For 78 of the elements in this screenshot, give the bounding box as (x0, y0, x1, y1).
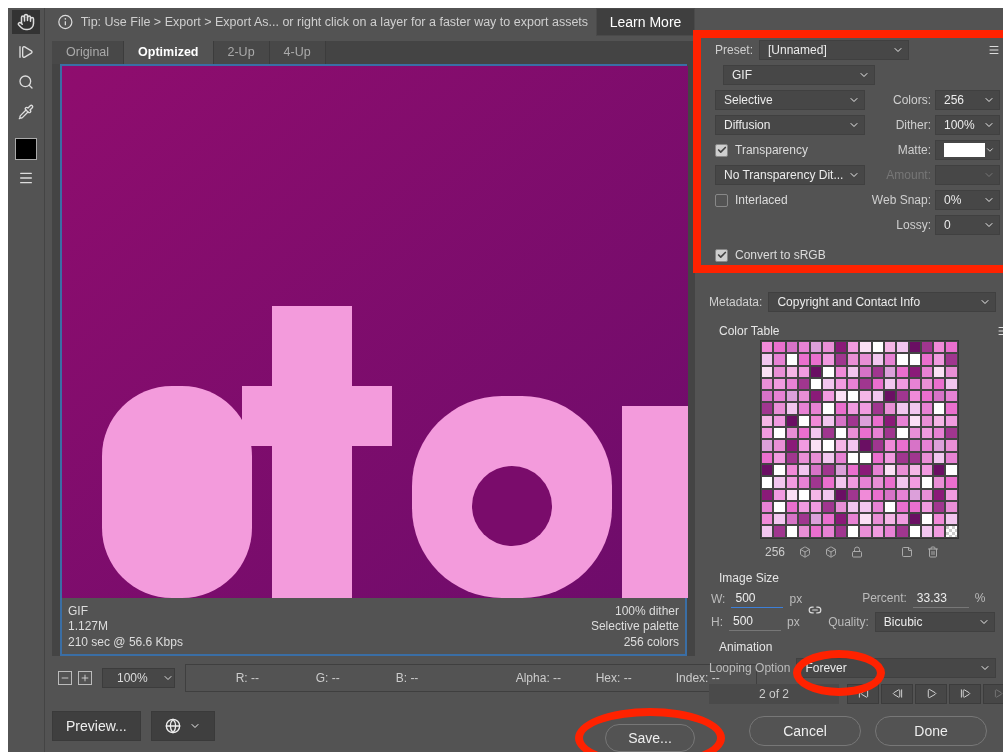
globe-icon (164, 718, 181, 734)
checkmark-icon (716, 250, 727, 260)
save-button[interactable]: Save... (605, 724, 695, 752)
reduction-dropdown[interactable]: Selective (715, 90, 865, 110)
tip-text: Tip: Use File > Export > Export As... or right click on a layer for a faster way to export assets (80, 15, 589, 29)
view-tab[interactable]: Optimized (124, 41, 214, 64)
matte-dropdown[interactable] (935, 140, 1000, 160)
zoom-in-icon[interactable] (78, 671, 92, 685)
width-field[interactable]: 500 (731, 589, 784, 609)
amount-field[interactable] (935, 165, 1000, 185)
zoom-dropdown[interactable]: 100% (102, 668, 175, 688)
color-readout: B: -- (395, 671, 420, 685)
image-info-text: 100% dither (614, 603, 679, 619)
cube-icon[interactable] (799, 545, 812, 558)
section-title: Color Table (719, 324, 780, 338)
percent-label: Percent: (862, 591, 907, 606)
color-readout: Hex: -- (595, 671, 633, 685)
learn-more-button[interactable]: Learn More (596, 8, 695, 36)
matte-label: Matte: (896, 143, 931, 157)
dither-method-dropdown[interactable]: Diffusion (715, 115, 865, 135)
color-swatch[interactable] (15, 138, 37, 160)
dither-field[interactable]: 100% (935, 115, 1000, 135)
unit-label: px (789, 591, 803, 606)
checkmark-icon (716, 145, 727, 155)
play-icon[interactable] (915, 683, 947, 704)
hand-tool-icon[interactable] (12, 10, 40, 34)
format-dropdown[interactable]: GIF (723, 65, 875, 85)
view-tab[interactable]: Original (52, 41, 125, 64)
browser-preview-button[interactable] (150, 711, 215, 741)
width-label: W: (711, 591, 726, 606)
percent-field[interactable]: 33.33 (912, 588, 969, 608)
unit-label: px (787, 614, 800, 629)
dither-label: Dither: (894, 118, 931, 132)
section-title: Image Size (719, 570, 780, 585)
quality-label: Quality: (828, 614, 869, 629)
preset-dropdown[interactable]: [Unnamed] (759, 40, 909, 60)
checkbox[interactable]: Convert to sRGB (715, 248, 1000, 262)
color-readout: G: -- (315, 671, 341, 685)
web-snap-label: Web Snap: (870, 193, 931, 207)
metadata-label: Metadata: (709, 295, 763, 309)
lossy-field[interactable]: 0 (935, 215, 1000, 235)
image-info-text: GIF (68, 603, 88, 619)
done-button[interactable]: Done (875, 715, 987, 746)
web-snap-field[interactable]: 0% (935, 190, 1000, 210)
info-icon (58, 13, 73, 31)
image-info-text: 1.127M (68, 619, 109, 635)
section-title: Animation (719, 639, 773, 654)
unit-label: % (974, 591, 986, 606)
frame-counter: 2 of 2 (709, 683, 839, 704)
color-readout: R: -- (235, 671, 261, 685)
height-label: H: (711, 614, 723, 629)
lossy-label: Lossy: (895, 218, 931, 232)
trash-icon[interactable] (927, 545, 940, 558)
previous-frame-icon[interactable] (881, 683, 913, 704)
view-tab[interactable]: 4-Up (269, 41, 326, 64)
metadata-dropdown[interactable]: Copyright and Contact Info (768, 292, 997, 312)
color-table-swatches[interactable] (760, 340, 959, 539)
image-info-text: Selective palette (590, 619, 679, 635)
checkbox[interactable]: Interlaced (715, 193, 865, 207)
quality-dropdown[interactable]: Bicubic (874, 611, 995, 632)
next-frame-icon[interactable] (949, 683, 981, 704)
image-info-text: 256 colors (623, 634, 679, 650)
height-field[interactable]: 500 (729, 612, 781, 632)
transparency-dither-dropdown[interactable]: No Transparency Dit... (715, 165, 865, 185)
color-readout: Alpha: -- (515, 671, 563, 685)
cube-icon[interactable] (825, 545, 838, 558)
panel-menu-icon[interactable] (988, 44, 1000, 56)
image-info-text: 210 sec @ 56.6 Kbps (68, 634, 183, 650)
zoom-out-icon[interactable] (58, 671, 72, 685)
colors-field[interactable]: 256 (935, 90, 1000, 110)
checkbox[interactable]: Transparency (715, 143, 865, 157)
color-count: 256 (765, 544, 786, 559)
preview-button[interactable]: Preview... (52, 711, 141, 741)
lock-icon[interactable] (851, 545, 864, 558)
colors-label: Colors: (892, 93, 931, 107)
cancel-button[interactable]: Cancel (749, 715, 861, 746)
preset-label: Preset: (715, 43, 753, 57)
view-tab[interactable]: 2-Up (213, 41, 270, 64)
